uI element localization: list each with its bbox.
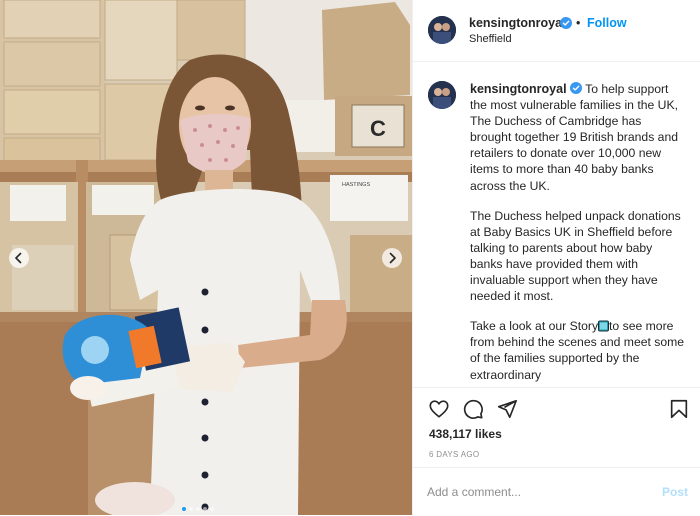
header-separator: • — [576, 16, 581, 30]
caption-paragraph-3: Take a look at our Story to see more from… — [470, 318, 686, 382]
header-username[interactable]: kensingtonroyal — [469, 16, 566, 30]
likes-count[interactable]: 438,117 likes — [429, 427, 502, 441]
carousel-dot — [202, 507, 207, 511]
chevron-right-icon — [389, 252, 396, 264]
carousel-dot — [188, 507, 193, 511]
avatar[interactable] — [428, 16, 456, 44]
comment-icon[interactable] — [462, 398, 484, 420]
tv-emoji-icon — [598, 320, 610, 332]
action-bar: 438,117 likes 6 DAYS AGO — [413, 387, 700, 468]
share-icon[interactable] — [496, 398, 518, 420]
carousel-dot — [209, 507, 214, 511]
post-timestamp: 6 DAYS AGO — [429, 450, 480, 459]
caption-paragraph-1: kensingtonroyal To help support the most… — [470, 81, 686, 194]
bookmark-icon[interactable] — [668, 398, 690, 420]
post-comment-button[interactable]: Post — [662, 485, 688, 499]
follow-button[interactable]: Follow — [587, 16, 627, 30]
caption-paragraph-3a: Take a look at our Story — [470, 319, 599, 334]
caption-username[interactable]: kensingtonroyal — [470, 82, 567, 96]
verified-icon — [569, 82, 582, 94]
carousel-dot — [181, 507, 186, 511]
caption-area: kensingtonroyal To help support the most… — [413, 61, 700, 387]
post-header: kensingtonroyal • Follow Sheffield — [413, 0, 700, 62]
carousel-next-button[interactable] — [382, 248, 402, 268]
photo-illustration: C HASTINGS — [0, 0, 412, 515]
caption-avatar[interactable] — [428, 81, 456, 109]
caption-paragraph-1-text: To help support the most vulnerable fami… — [470, 82, 679, 193]
label-hastings: HASTINGS — [342, 182, 370, 188]
verified-icon — [560, 17, 572, 29]
avatar-image — [428, 16, 456, 44]
carousel-prev-button[interactable] — [9, 248, 29, 268]
caption-paragraph-2: The Duchess helped unpack donations at B… — [470, 208, 681, 304]
avatar-image — [428, 81, 456, 109]
comment-input[interactable] — [427, 482, 647, 502]
carousel-indicator — [180, 498, 215, 515]
post-photo[interactable]: C HASTINGS — [0, 0, 412, 515]
box-letter-c: C — [370, 116, 386, 141]
caption-text: kensingtonroyal To help support the most… — [470, 81, 686, 387]
carousel-dot — [195, 507, 200, 511]
heart-icon[interactable] — [428, 398, 450, 420]
post-side-panel: kensingtonroyal • Follow Sheffield kensi… — [412, 0, 700, 515]
post-location[interactable]: Sheffield — [469, 33, 512, 45]
chevron-left-icon — [15, 252, 22, 264]
comment-bar: Post — [413, 467, 700, 516]
